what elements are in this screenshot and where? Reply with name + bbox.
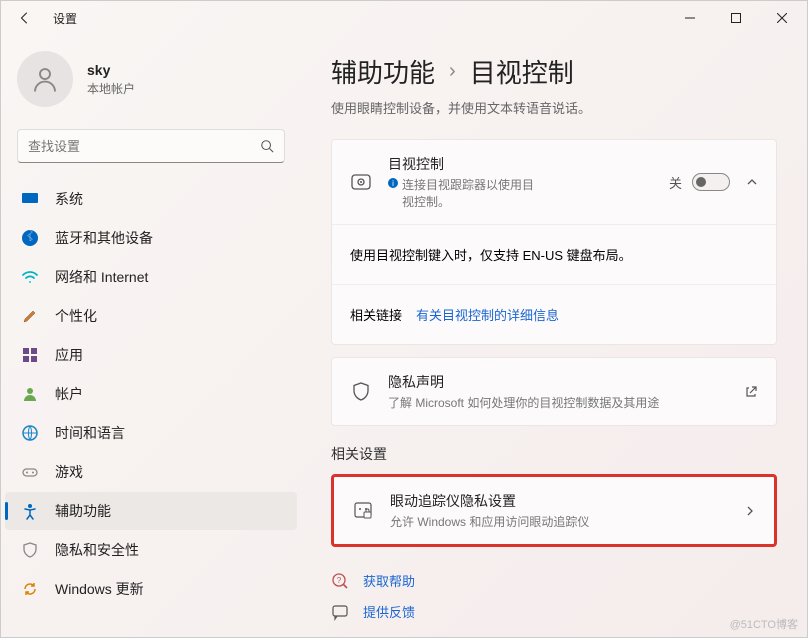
- accessibility-icon: [21, 502, 39, 520]
- content-area: 辅助功能 › 目视控制 使用眼睛控制设备，并使用文本转语音说话。 目视控制 i …: [301, 35, 807, 637]
- row-title: 眼动追踪仪隐私设置: [390, 491, 728, 511]
- row-sub: 了解 Microsoft 如何处理你的目视控制数据及其用途: [388, 394, 659, 411]
- nav-label: 帐户: [55, 384, 83, 404]
- person-icon: [21, 385, 39, 403]
- toggle-label: 关: [669, 173, 682, 192]
- settings-lock-icon: [352, 500, 374, 522]
- brush-icon: [21, 307, 39, 325]
- gaming-icon: [21, 463, 39, 481]
- eye-control-details-link[interactable]: 有关目视控制的详细信息: [416, 305, 559, 324]
- search-box[interactable]: [17, 129, 285, 163]
- display-icon: [21, 190, 39, 208]
- window-title: 设置: [53, 10, 77, 27]
- nav-label: Windows 更新: [55, 579, 144, 599]
- search-input[interactable]: [28, 139, 260, 154]
- row-sub: 允许 Windows 和应用访问眼动追踪仪: [390, 513, 589, 530]
- links-label: 相关链接: [350, 305, 402, 324]
- nav-list: 系统 蓝牙和其他设备 网络和 Internet 个性化 应用: [1, 175, 301, 637]
- feedback-link[interactable]: 提供反馈: [331, 602, 777, 621]
- nav-apps[interactable]: 应用: [5, 336, 297, 374]
- shield-icon: [21, 541, 39, 559]
- nav-label: 网络和 Internet: [55, 267, 148, 287]
- watermark: @51CTO博客: [730, 616, 798, 632]
- nav-privacy[interactable]: 隐私和安全性: [5, 531, 297, 569]
- nav-update[interactable]: Windows 更新: [5, 570, 297, 608]
- breadcrumb-current: 目视控制: [470, 53, 574, 90]
- avatar: [17, 51, 73, 107]
- wifi-icon: [21, 268, 39, 286]
- svg-text:?: ?: [337, 576, 342, 585]
- nav-accounts[interactable]: 帐户: [5, 375, 297, 413]
- nav-label: 时间和语言: [55, 423, 125, 443]
- nav-label: 隐私和安全性: [55, 540, 139, 560]
- related-settings-title: 相关设置: [331, 444, 777, 464]
- nav-label: 个性化: [55, 306, 97, 326]
- nav-system[interactable]: 系统: [5, 180, 297, 218]
- search-icon: [260, 139, 274, 153]
- eye-control-card: 目视控制 i 连接目视跟踪器以使用目视控制。 关 使用目视控制键入时，仅支持 E…: [331, 139, 777, 345]
- eye-control-toggle[interactable]: [692, 173, 730, 191]
- profile-block[interactable]: sky 本地帐户: [1, 43, 301, 119]
- page-subtitle: 使用眼睛控制设备，并使用文本转语音说话。: [331, 98, 777, 117]
- breadcrumb-parent[interactable]: 辅助功能: [331, 53, 435, 90]
- footer-label: 获取帮助: [363, 571, 415, 590]
- minimize-button[interactable]: [667, 2, 713, 34]
- back-button[interactable]: [9, 2, 41, 34]
- help-icon: ?: [331, 572, 349, 590]
- nav-time-lang[interactable]: 时间和语言: [5, 414, 297, 452]
- nav-label: 辅助功能: [55, 501, 111, 521]
- get-help-link[interactable]: ? 获取帮助: [331, 571, 777, 590]
- keyboard-note: 使用目视控制键入时，仅支持 EN-US 键盘布局。: [332, 224, 776, 284]
- eye-control-row[interactable]: 目视控制 i 连接目视跟踪器以使用目视控制。 关: [332, 140, 776, 224]
- maximize-button[interactable]: [713, 2, 759, 34]
- nav-label: 系统: [55, 189, 83, 209]
- eye-icon: [350, 171, 372, 193]
- privacy-shield-icon: [350, 381, 372, 403]
- nav-gaming[interactable]: 游戏: [5, 453, 297, 491]
- nav-label: 应用: [55, 345, 83, 365]
- profile-sub: 本地帐户: [87, 80, 135, 97]
- row-sub: 连接目视跟踪器以使用目视控制。: [402, 176, 542, 210]
- chevron-up-icon[interactable]: [746, 176, 758, 188]
- nav-label: 游戏: [55, 462, 83, 482]
- nav-label: 蓝牙和其他设备: [55, 228, 153, 248]
- related-links-row: 相关链接 有关目视控制的详细信息: [332, 284, 776, 344]
- breadcrumb: 辅助功能 › 目视控制: [331, 53, 777, 90]
- chevron-right-icon: ›: [449, 60, 456, 83]
- profile-name: sky: [87, 62, 135, 78]
- row-title: 隐私声明: [388, 372, 732, 392]
- chevron-right-icon: [744, 505, 756, 517]
- nav-personalize[interactable]: 个性化: [5, 297, 297, 335]
- bluetooth-icon: [21, 229, 39, 247]
- close-button[interactable]: [759, 2, 805, 34]
- feedback-icon: [331, 603, 349, 621]
- nav-network[interactable]: 网络和 Internet: [5, 258, 297, 296]
- globe-icon: [21, 424, 39, 442]
- privacy-card[interactable]: 隐私声明 了解 Microsoft 如何处理你的目视控制数据及其用途: [331, 357, 777, 426]
- update-icon: [21, 580, 39, 598]
- nav-accessibility[interactable]: 辅助功能: [5, 492, 297, 530]
- row-title: 目视控制: [388, 154, 669, 174]
- info-icon: i: [388, 178, 398, 188]
- sidebar: sky 本地帐户 系统 蓝牙和其他设备 网络和 Int: [1, 35, 301, 637]
- footer-label: 提供反馈: [363, 602, 415, 621]
- eye-tracker-privacy-card[interactable]: 眼动追踪仪隐私设置 允许 Windows 和应用访问眼动追踪仪: [331, 474, 777, 547]
- nav-bluetooth[interactable]: 蓝牙和其他设备: [5, 219, 297, 257]
- apps-icon: [21, 346, 39, 364]
- external-link-icon: [744, 385, 758, 399]
